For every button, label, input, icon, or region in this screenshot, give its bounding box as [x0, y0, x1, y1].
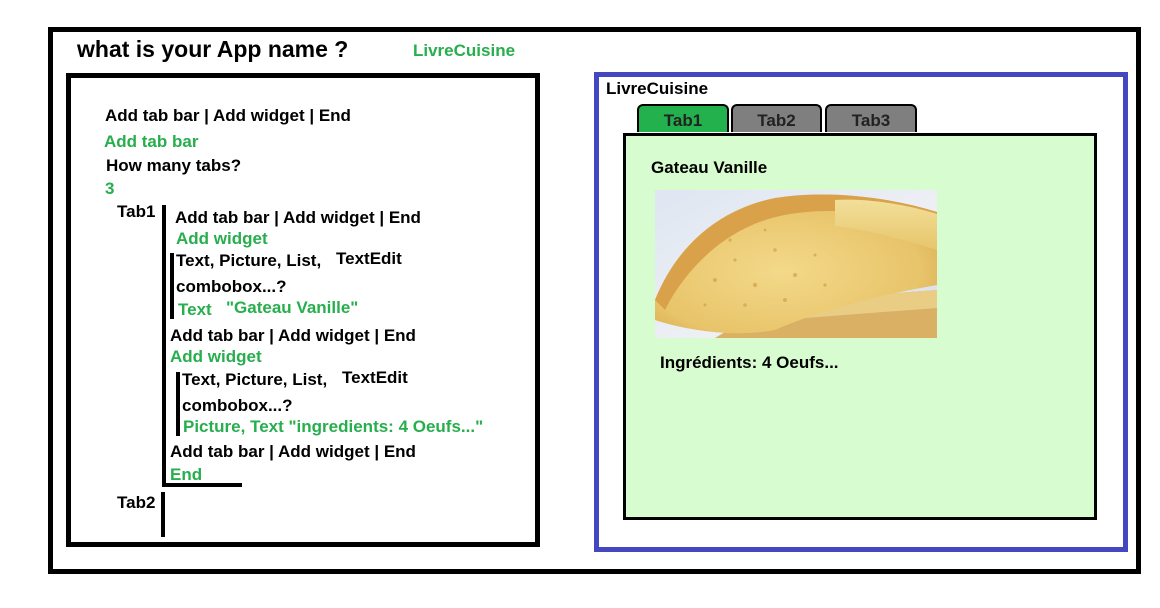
- tab2-label: Tab2: [117, 493, 156, 512]
- tab-label: Tab1: [663, 111, 703, 130]
- tab1-menu-answer-2: Add widget: [170, 347, 262, 366]
- widget1-bracket: [170, 253, 174, 319]
- tab-tab2[interactable]: Tab2: [731, 104, 822, 132]
- tab-label: Tab2: [757, 111, 796, 130]
- widget2-bracket: [176, 372, 180, 436]
- app-name-answer[interactable]: LivreCuisine: [413, 41, 515, 61]
- app-name-question: what is your App name ?: [77, 36, 349, 62]
- widget-types-prompt-2: Text, Picture, List,: [182, 370, 328, 389]
- preview-app-title: LivreCuisine: [606, 79, 709, 98]
- ingredients-text: Ingrédients: 4 Oeufs...: [660, 353, 839, 372]
- tab1-menu-prompt-2: Add tab bar | Add widget | End: [170, 326, 416, 345]
- tab1-bracket: [162, 205, 166, 486]
- widget-types-prompt-1: Text, Picture, List,: [176, 251, 322, 270]
- main-menu-prompt: Add tab bar | Add widget | End: [105, 106, 351, 125]
- tab1-menu-prompt-1: Add tab bar | Add widget | End: [175, 208, 421, 227]
- tab-tab1[interactable]: Tab1: [637, 104, 729, 132]
- tab1-menu-answer-3: End: [170, 465, 203, 484]
- widget-answer-1-value: "Gateau Vanille": [226, 298, 359, 317]
- tab-label: Tab3: [851, 111, 891, 130]
- widget-types-prompt-1-textedit: TextEdit: [336, 249, 402, 268]
- tab1-menu-prompt-3: Add tab bar | Add widget | End: [170, 442, 416, 461]
- tab-tab3[interactable]: Tab3: [825, 104, 917, 132]
- tab1-label: Tab1: [117, 202, 156, 221]
- tabs-count-prompt: How many tabs?: [106, 156, 242, 175]
- widget-answer-2: Picture, Text "ingredients: 4 Oeufs...": [183, 417, 484, 436]
- main-menu-answer: Add tab bar: [104, 132, 199, 151]
- tab1-menu-answer-1: Add widget: [176, 229, 268, 248]
- widget-types-prompt-1-more: combobox...?: [176, 277, 287, 296]
- widget-answer-1-type: Text: [178, 300, 212, 319]
- tab2-bracket: [161, 492, 165, 537]
- widget-types-prompt-2-more: combobox...?: [182, 396, 293, 415]
- widget-types-prompt-2-textedit: TextEdit: [342, 368, 408, 387]
- recipe-title: Gateau Vanille: [651, 158, 768, 177]
- cake-picture: [655, 190, 937, 338]
- tabs-count-answer: 3: [105, 179, 115, 198]
